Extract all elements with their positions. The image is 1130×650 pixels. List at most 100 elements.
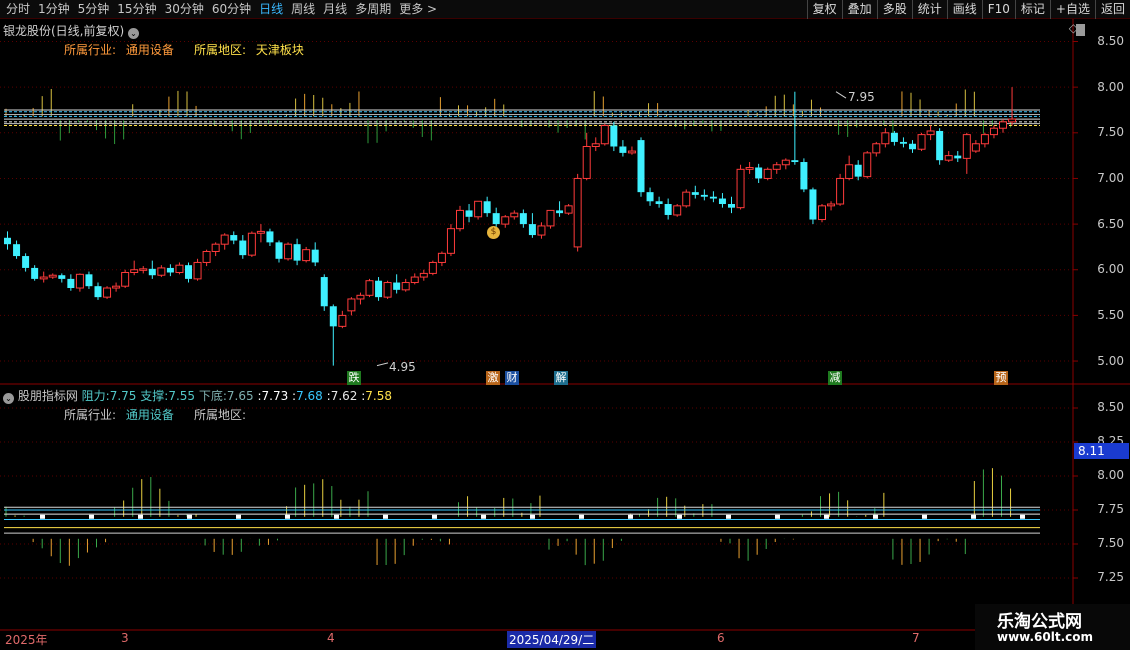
event-tag[interactable]: 解: [554, 371, 568, 385]
candle-body: [700, 194, 708, 197]
candle-body: [347, 298, 356, 312]
event-tag[interactable]: 财: [505, 371, 519, 385]
period-tab[interactable]: 30分钟: [161, 0, 208, 19]
support-label: 支撑:: [140, 389, 169, 403]
candle-body: [890, 132, 898, 142]
chevron-down-icon[interactable]: ⌄: [128, 28, 140, 39]
indicator-name[interactable]: 股朋指标网: [18, 389, 78, 403]
date-tick: 7: [912, 631, 920, 645]
candle-body: [809, 189, 817, 220]
ind-value-1: 7.73: [261, 389, 289, 403]
low-value: 4.95: [389, 360, 416, 374]
candle-body: [989, 127, 998, 136]
indicator-dot: [40, 514, 45, 519]
indicator-dot: [873, 514, 878, 519]
ind-value-3: 7.62: [330, 389, 358, 403]
high-annotation: 7.95: [848, 90, 875, 104]
candle-body: [854, 164, 862, 177]
toolbar-action-button[interactable]: 返回: [1094, 0, 1130, 19]
money-bag-icon[interactable]: $: [487, 226, 500, 239]
candle-body: [75, 273, 84, 289]
event-tag[interactable]: 减: [828, 371, 842, 385]
period-tab[interactable]: 1分钟: [34, 0, 74, 19]
price-tick: 6.00: [1097, 262, 1124, 276]
candle-body: [772, 164, 781, 170]
candle-body: [410, 276, 419, 284]
toolbar-action-button[interactable]: 画线: [946, 0, 982, 19]
candle-body: [185, 265, 192, 279]
indicator-dot: [971, 514, 976, 519]
candle-body: [800, 162, 808, 190]
period-tab[interactable]: 分时: [2, 0, 34, 19]
date-tick: 6: [717, 631, 725, 645]
toolbar-action-button[interactable]: F10: [981, 0, 1015, 19]
event-tag[interactable]: 预: [994, 371, 1008, 385]
period-tab[interactable]: 月线: [319, 0, 351, 19]
candle-body: [320, 277, 328, 307]
candle-body: [103, 287, 112, 298]
candle-body: [591, 143, 600, 147]
period-tab[interactable]: 60分钟: [208, 0, 255, 19]
candle-body: [781, 159, 790, 166]
candle-body: [446, 228, 455, 254]
stock-title[interactable]: 银龙股份(日线,前复权) ⌄: [3, 22, 140, 39]
candle-body: [537, 225, 546, 236]
indicator-dot: [481, 514, 486, 519]
toolbar-action-button[interactable]: 统计: [911, 0, 947, 19]
candle-body: [247, 232, 256, 256]
candle-body: [600, 124, 609, 145]
period-tab[interactable]: 15分钟: [113, 0, 160, 19]
date-tick: 4: [327, 631, 335, 645]
bottom-value: 7.65: [226, 389, 254, 403]
event-tag-text: 解: [555, 371, 567, 384]
chevron-down-icon[interactable]: ⌄: [3, 393, 14, 404]
event-tag[interactable]: 激: [486, 371, 500, 385]
toolbar-action-button[interactable]: 叠加: [841, 0, 877, 19]
candle-body: [881, 132, 890, 145]
candle-body: [157, 267, 166, 276]
event-tag-text: 减: [829, 371, 841, 384]
candle-body: [954, 155, 962, 159]
candle-body: [510, 212, 519, 218]
candle-body: [528, 224, 536, 236]
kline-chart[interactable]: [0, 19, 1130, 650]
period-tab[interactable]: 周线: [287, 0, 319, 19]
candle-body: [266, 231, 274, 243]
event-tag[interactable]: 跌: [347, 371, 361, 385]
indicator-dot: [138, 514, 143, 519]
toolbar-action-button[interactable]: +自选: [1049, 0, 1095, 19]
candle-body: [13, 244, 21, 257]
candle-body: [582, 145, 591, 179]
toolbar-action-button[interactable]: 标记: [1014, 0, 1050, 19]
candle-body: [763, 168, 772, 179]
candle-body: [239, 240, 247, 256]
candle-body: [428, 261, 437, 274]
toolbar-action-button[interactable]: 多股: [876, 0, 912, 19]
stock-industry: 所属行业: 通用设备: [64, 41, 174, 58]
candle-body: [755, 167, 763, 179]
panel-toggle-icon[interactable]: [1076, 24, 1085, 36]
period-tab[interactable]: 多周期: [351, 0, 395, 19]
ind-value-2: 7.68: [296, 389, 323, 403]
period-tabs: 分时 1分钟 5分钟 15分钟 30分钟 60分钟 日线 周线 月线 多周期 更多 >: [2, 0, 441, 19]
period-tab[interactable]: 5分钟: [74, 0, 114, 19]
price-tick: 7.00: [1097, 171, 1124, 185]
toolbar-actions: 复权 叠加 多股 统计 画线 F10 标记 +自选 返回: [806, 0, 1130, 19]
watermark-line2: www.60lt.com: [997, 630, 1094, 644]
period-tab[interactable]: 更多 >: [395, 0, 441, 19]
candle-body: [211, 243, 220, 252]
ind-tick: 7.50: [1097, 536, 1124, 550]
toolbar-action-button[interactable]: 复权: [806, 0, 842, 19]
price-tick: 8.50: [1097, 34, 1124, 48]
candle-body: [556, 210, 564, 214]
candle-body: [383, 282, 392, 298]
period-tab[interactable]: 日线: [255, 0, 287, 19]
ind-industry-value: 通用设备: [125, 408, 174, 422]
support-value: 7.55: [168, 389, 196, 403]
ind-tick: 8.50: [1097, 400, 1124, 414]
candle-body: [728, 204, 735, 208]
stock-title-text: 银龙股份(日线,前复权): [3, 24, 125, 38]
candle-body: [393, 282, 401, 290]
candle-body: [356, 294, 365, 300]
candle-body: [230, 235, 238, 241]
